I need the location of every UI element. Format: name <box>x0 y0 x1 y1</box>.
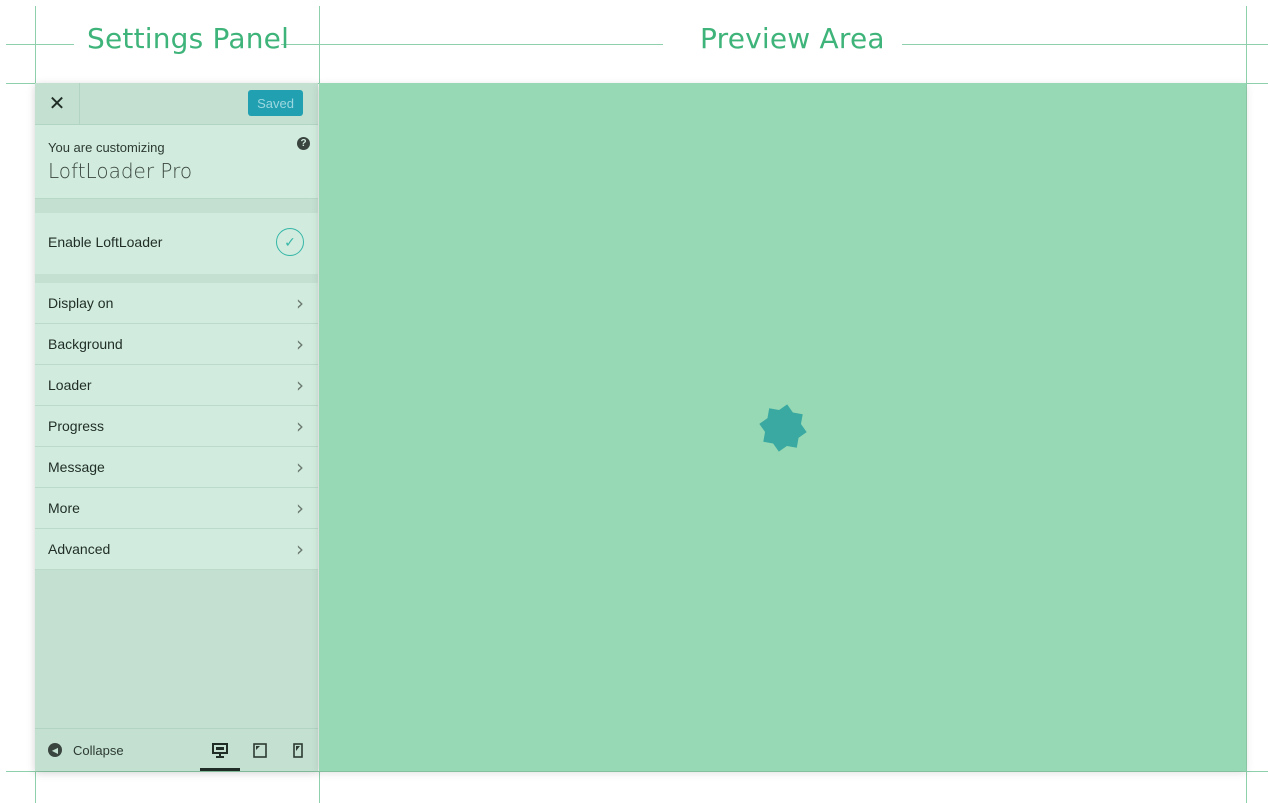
saved-button[interactable]: Saved <box>248 90 303 116</box>
mobile-preview-button[interactable] <box>278 729 318 771</box>
customizing-info: You are customizing LoftLoader Pro ? <box>35 125 318 199</box>
mobile-icon <box>293 742 303 758</box>
chevron-right-icon: › <box>296 537 304 561</box>
preview-area-label: Preview Area <box>700 22 885 55</box>
customizing-label: You are customizing <box>48 140 165 155</box>
menu-item-display-on[interactable]: Display on › <box>35 283 318 324</box>
preview-area <box>319 83 1246 771</box>
menu-item-loader[interactable]: Loader › <box>35 365 318 406</box>
guide-line-bottom <box>6 771 1268 772</box>
settings-panel: ✕ Saved You are customizing LoftLoader P… <box>35 83 318 771</box>
enable-loftloader-row[interactable]: Enable LoftLoader ✓ <box>35 213 318 274</box>
checkmark-icon[interactable]: ✓ <box>276 228 304 256</box>
menu-item-label: Display on <box>48 295 114 311</box>
panel-header: ✕ Saved <box>35 83 318 125</box>
close-button[interactable]: ✕ <box>35 83 80 124</box>
theme-name: LoftLoader Pro <box>48 159 193 183</box>
menu-item-label: Background <box>48 336 123 352</box>
chevron-right-icon: › <box>296 455 304 479</box>
menu-item-progress[interactable]: Progress › <box>35 406 318 447</box>
tablet-icon <box>253 742 267 758</box>
chevron-right-icon: › <box>296 496 304 520</box>
settings-menu: Display on › Background › Loader › Progr… <box>35 283 318 570</box>
menu-item-more[interactable]: More › <box>35 488 318 529</box>
guide-line-right <box>1246 6 1247 803</box>
chevron-right-icon: › <box>296 332 304 356</box>
guide-line-header-2 <box>281 44 663 45</box>
enable-loftloader-label: Enable LoftLoader <box>48 234 163 250</box>
menu-item-label: Message <box>48 459 105 475</box>
desktop-preview-button[interactable] <box>200 729 240 771</box>
help-icon[interactable]: ? <box>297 137 310 150</box>
menu-item-label: Progress <box>48 418 105 434</box>
tablet-preview-button[interactable] <box>240 729 280 771</box>
panel-footer: ◀ Collapse <box>35 728 318 771</box>
collapse-button[interactable]: Collapse <box>73 743 124 758</box>
chevron-right-icon: › <box>296 373 304 397</box>
close-icon: ✕ <box>48 93 66 115</box>
collapse-icon[interactable]: ◀ <box>48 743 62 757</box>
settings-panel-label: Settings Panel <box>87 22 290 55</box>
menu-item-background[interactable]: Background › <box>35 324 318 365</box>
menu-item-message[interactable]: Message › <box>35 447 318 488</box>
chevron-right-icon: › <box>296 414 304 438</box>
menu-item-label: Advanced <box>48 541 111 557</box>
chevron-right-icon: › <box>296 291 304 315</box>
loader-star-icon <box>759 404 807 452</box>
menu-item-advanced[interactable]: Advanced › <box>35 529 318 570</box>
guide-line-header-1 <box>6 44 74 45</box>
menu-item-label: More <box>48 500 80 516</box>
guide-line-header-3 <box>902 44 1268 45</box>
menu-item-label: Loader <box>48 377 92 393</box>
desktop-icon <box>212 742 228 758</box>
